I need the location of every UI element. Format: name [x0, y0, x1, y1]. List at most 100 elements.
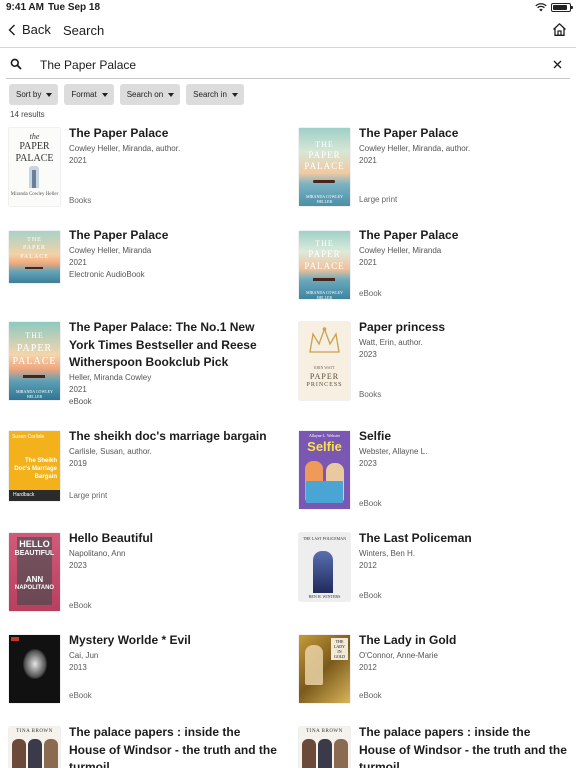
result-info: The Paper Palace Cowley Heller, Miranda …	[69, 227, 279, 281]
result-author: Cowley Heller, Miranda	[359, 245, 442, 255]
result-title[interactable]: The Paper Palace	[359, 227, 569, 245]
result-author: Carlisle, Susan, author.	[69, 446, 152, 456]
result-card[interactable]: THE LAST POLICEMAN BEN H. WINTERS The La…	[299, 530, 569, 620]
cover-text: THE LAST POLICEMAN	[302, 536, 347, 541]
result-card[interactable]: TINA BROWN The palace papers : inside th…	[299, 724, 569, 768]
result-year: 2021	[69, 257, 87, 267]
result-author: Napolitano, Ann	[69, 548, 126, 558]
result-year: 2019	[69, 458, 87, 468]
status-time: 9:41 AM	[6, 2, 44, 13]
caret-down-icon	[46, 92, 53, 97]
sort-by-dropdown[interactable]: Sort by	[9, 84, 59, 105]
result-year: 2013	[69, 662, 87, 672]
result-title[interactable]: The palace papers : inside the House of …	[69, 724, 279, 768]
cover-text: the	[29, 132, 40, 141]
result-author: Cowley Heller, Miranda, author.	[359, 143, 471, 153]
result-title[interactable]: The Last Policeman	[359, 530, 569, 548]
result-card[interactable]: Mystery Worlde * Evil Cai, Jun 2013 eBoo…	[9, 632, 279, 722]
result-info: Hello Beautiful Napolitano, Ann 2023	[69, 530, 279, 572]
result-author: Heller, Miranda Cowley	[69, 372, 152, 382]
cover-author: Allayne L. Webster	[308, 433, 341, 438]
result-info: The Paper Palace: The No.1 New York Time…	[69, 319, 279, 408]
result-card[interactable]: Susan Carlisle The Sheikh Doc's Marriage…	[9, 428, 279, 518]
result-info: The Paper Palace Cowley Heller, Miranda,…	[69, 125, 279, 167]
result-format: eBook	[359, 591, 382, 600]
result-title[interactable]: Selfie	[359, 428, 569, 446]
filter-label: Format	[71, 90, 97, 99]
result-title[interactable]: The Paper Palace	[69, 227, 279, 245]
book-cover: THE PAPER PALACE MIRANDA COWLEY HELLER	[299, 128, 350, 206]
result-card[interactable]: the PAPER PALACE Miranda Cowley Heller T…	[9, 125, 279, 215]
format-dropdown[interactable]: Format	[64, 84, 114, 105]
result-title[interactable]: The sheikh doc's marriage bargain	[69, 428, 279, 446]
result-card[interactable]: THE LADY IN GOLD The Lady in Gold O'Conn…	[299, 632, 569, 722]
caret-down-icon	[231, 92, 238, 97]
result-format: eBook	[359, 691, 382, 700]
book-cover: Susan Carlisle The Sheikh Doc's Marriage…	[9, 431, 60, 501]
cover-text: PAPER	[309, 372, 340, 381]
result-card[interactable]: ERIN WATT PAPER PRINCESS Paper princess …	[299, 319, 569, 414]
search-input[interactable]	[40, 55, 540, 75]
result-title[interactable]: The Paper Palace: The No.1 New York Time…	[69, 319, 279, 372]
result-year: 2012	[359, 560, 377, 570]
cover-author: MIRANDA COWLEY HELLER	[306, 194, 343, 204]
result-year: 2023	[69, 560, 87, 570]
result-card[interactable]: Allayne L. Webster Selfie Selfie Webster…	[299, 428, 569, 518]
cover-text: THE	[27, 237, 42, 243]
cover-text: The Sheikh Doc's Marriage Bargain	[14, 458, 57, 480]
cover-text: ERIN WATT	[314, 365, 335, 370]
cover-text: HELLO	[19, 539, 50, 549]
cover-author: MIRANDA COWLEY HELLER	[306, 290, 343, 299]
book-cover: the PAPER PALACE Miranda Cowley Heller	[9, 128, 60, 206]
cover-author: BEN H. WINTERS	[308, 594, 341, 599]
battery-icon	[551, 3, 573, 12]
result-title[interactable]: The palace papers : inside the House of …	[359, 724, 569, 768]
book-cover: THE PAPER PALACE MIRANDA COWLEY HELLER	[299, 231, 350, 299]
result-card[interactable]: THE PAPER PALACE MIRANDA COWLEY HELLER T…	[299, 227, 569, 307]
result-info: The palace papers : inside the House of …	[69, 724, 279, 768]
book-cover: THE PAPER PALACE	[9, 231, 60, 283]
result-title[interactable]: The Paper Palace	[69, 125, 279, 143]
book-cover: HELLO BEAUTIFUL ANN NAPOLITANO	[9, 533, 60, 611]
result-card[interactable]: THE PAPER PALACE The Paper Palace Cowley…	[9, 227, 279, 307]
status-date: Tue Sep 18	[48, 2, 101, 13]
result-author: Winters, Ben H.	[359, 548, 416, 558]
cover-text: PAPER	[308, 150, 341, 160]
result-info: Paper princess Watt, Erin, author. 2023	[359, 319, 569, 361]
result-info: The Last Policeman Winters, Ben H. 2012	[359, 530, 569, 572]
result-year: 2021	[69, 384, 87, 394]
search-on-dropdown[interactable]: Search on	[119, 84, 181, 105]
result-title[interactable]: Paper princess	[359, 319, 569, 337]
result-author: O'Connor, Anne-Marie	[359, 650, 438, 660]
cover-author: MIRANDA COWLEY HELLER	[16, 389, 53, 399]
chevron-left-icon	[8, 24, 15, 35]
result-year: 2021	[69, 155, 87, 165]
cover-author: Miranda Cowley Heller	[10, 192, 59, 197]
result-title[interactable]: The Paper Palace	[359, 125, 569, 143]
back-button[interactable]: Back	[8, 22, 51, 37]
wifi-icon	[535, 3, 547, 12]
result-info: The palace papers : inside the House of …	[359, 724, 569, 768]
search-in-dropdown[interactable]: Search in	[186, 84, 244, 105]
result-card[interactable]: TINA BROWN The palace papers : inside th…	[9, 724, 279, 768]
result-format: Books	[69, 196, 92, 205]
cover-text: THE	[315, 239, 334, 248]
filter-bar: Sort by Format Search on Search in	[9, 84, 244, 105]
cover-author: Susan Carlisle	[12, 434, 45, 440]
result-card[interactable]: HELLO BEAUTIFUL ANN NAPOLITANO Hello Bea…	[9, 530, 279, 620]
home-icon[interactable]	[552, 22, 567, 37]
result-author: Cowley Heller, Miranda, author.	[69, 143, 181, 153]
result-format: eBook	[69, 601, 92, 610]
result-title[interactable]: Hello Beautiful	[69, 530, 279, 548]
cover-text: PAPER	[308, 249, 341, 259]
result-card[interactable]: THE PAPER PALACE MIRANDA COWLEY HELLER T…	[299, 125, 569, 215]
result-title[interactable]: The Lady in Gold	[359, 632, 569, 650]
result-author: Watt, Erin, author.	[359, 337, 423, 347]
result-title[interactable]: Mystery Worlde * Evil	[69, 632, 279, 650]
result-year: 2021	[359, 155, 377, 165]
cover-text: ANN	[25, 575, 44, 584]
result-card[interactable]: THE PAPER PALACE MIRANDA COWLEY HELLER T…	[9, 319, 279, 414]
cover-text: PRINCESS	[306, 382, 343, 388]
cover-text: PAPER	[16, 343, 53, 354]
close-icon[interactable]	[553, 60, 562, 69]
